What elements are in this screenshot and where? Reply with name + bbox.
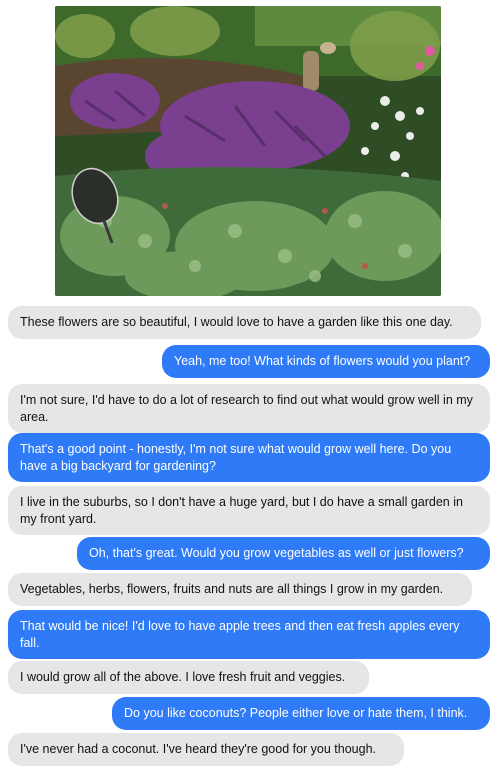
message-incoming: These flowers are so beautiful, I would … [8, 306, 481, 339]
message-outgoing: Oh, that's great. Would you grow vegetab… [77, 537, 490, 570]
message-incoming: I've never had a coconut. I've heard the… [8, 733, 404, 766]
message-incoming: I'm not sure, I'd have to do a lot of re… [8, 384, 490, 433]
message-outgoing: That's a good point - honestly, I'm not … [8, 433, 490, 482]
message-incoming: I live in the suburbs, so I don't have a… [8, 486, 490, 535]
message-outgoing: That would be nice! I'd love to have app… [8, 610, 490, 659]
garden-photo-image [55, 6, 441, 296]
message-incoming: I would grow all of the above. I love fr… [8, 661, 369, 694]
message-outgoing: Yeah, me too! What kinds of flowers woul… [162, 345, 490, 378]
message-outgoing: Do you like coconuts? People either love… [112, 697, 490, 730]
message-incoming: Vegetables, herbs, flowers, fruits and n… [8, 573, 472, 606]
garden-photo [55, 6, 441, 296]
